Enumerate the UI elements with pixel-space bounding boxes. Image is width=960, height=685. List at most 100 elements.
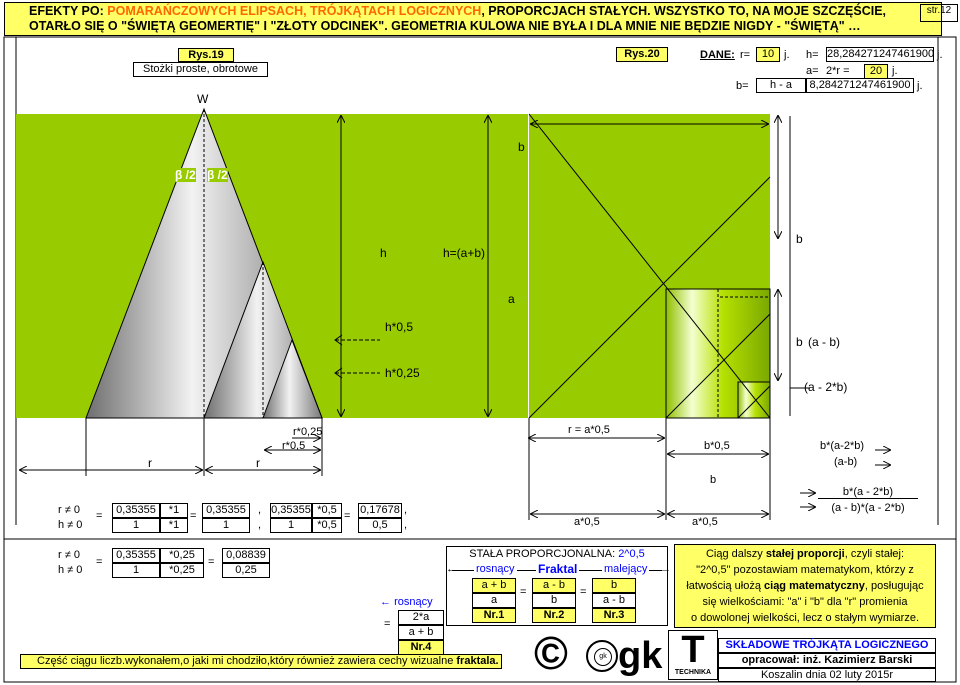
lbl-r1: r [148, 456, 152, 470]
b-formula: h - a [756, 78, 806, 93]
lbl-h05: h*0,5 [385, 320, 414, 334]
fig19-title: Rys.19 [178, 48, 234, 62]
r1-c1m: *1 [160, 503, 188, 518]
arrow-left-glyph: ← [446, 563, 457, 575]
beta-right: β /2 [207, 168, 228, 182]
prop-rosnacy: rosnący [474, 563, 517, 575]
lbl-r-eq: r = a*0,5 [568, 424, 610, 436]
ratio1-eq: = [96, 510, 103, 522]
lbl-r2: r [256, 456, 260, 470]
arrow-right-glyph: → [660, 563, 671, 575]
ratio2-eq2: = [208, 556, 215, 568]
r2-rn: 0,08839 [222, 548, 270, 563]
comma-3: , [404, 504, 408, 516]
fig19-subtitle: Stożki proste, obrotowe [133, 62, 268, 77]
f4-den: a + b [398, 625, 444, 640]
lbl-a: a [508, 292, 515, 306]
r1-c3dm: *0,5 [312, 518, 342, 533]
f1-num: a + b [472, 578, 516, 593]
lbl-amb-2: (a-b) [834, 456, 858, 468]
footer-note: Część ciągu liczb.wykonałem,o jaki mi ch… [20, 654, 502, 669]
lbl-amb: (a - b) [808, 335, 841, 349]
r-value: 10 [756, 47, 780, 62]
lbl-a05-1: a*0,5 [574, 516, 600, 528]
r2-d: 1 [112, 563, 160, 578]
r1-c3m: *0,5 [312, 503, 342, 518]
nr4: Nr.4 [398, 640, 444, 655]
lbl-a05-2: a*0,5 [692, 516, 718, 528]
r1-c2d: 1 [202, 518, 250, 533]
comma-1: , [258, 504, 262, 516]
b-label: b= [736, 80, 749, 92]
apex-label: W [197, 92, 209, 106]
dane-label: DANE: [700, 49, 735, 61]
r1-c3d: 1 [270, 518, 312, 533]
r1-c4n: 0,17678 [358, 503, 402, 518]
a-label: a= [806, 65, 819, 77]
lbl-b-small: b [796, 335, 803, 349]
lbl-h: h [380, 246, 387, 260]
r2-nm: *0,25 [160, 548, 204, 563]
lbl-b-top: b [518, 140, 525, 154]
r1-c1d: 1 [112, 518, 160, 533]
r1-c3n: 0,35355 [270, 503, 312, 518]
f1-den: a [472, 593, 516, 608]
lbl-h025: h*0,25 [385, 366, 420, 380]
frac-num: b*(a - 2*b) [818, 486, 918, 499]
sklad-title: SKŁADOWE TRÓJKĄTA LOGICZNEGO [718, 638, 936, 653]
lbl-b-center: b [710, 474, 717, 486]
r1-c2n: 0,35355 [202, 503, 250, 518]
r1-c1n: 0,35355 [112, 503, 160, 518]
f3-den: a - b [592, 593, 636, 608]
f4-num: 2*a [398, 610, 444, 625]
r1-c4d: 0,5 [358, 518, 402, 533]
frac-den: (a - b)*(a - 2*b) [831, 502, 905, 514]
nr3: Nr.3 [592, 608, 636, 623]
date-row: Koszalin dnia 02 luty 2015r [718, 668, 936, 682]
nr1: Nr.1 [472, 608, 516, 623]
b-value: 8,284271247461900 [806, 78, 914, 93]
prop-malejacy: malejący [602, 563, 650, 575]
nr2: Nr.2 [532, 608, 576, 623]
lbl-b05: b*0,5 [704, 440, 730, 452]
ratio2-cond: r ≠ 0h ≠ 0 [58, 549, 83, 576]
rosnacy-left: ← rosnący [380, 596, 433, 608]
lbl-b-mid: b [796, 232, 803, 246]
r2-dm: *0,25 [160, 563, 204, 578]
lbl-am2b: (a - 2*b) [804, 380, 848, 394]
comma-4: , [404, 519, 408, 531]
ciag-dalszy-block: Ciąg dalszy stałej proporcji, czyli stał… [674, 544, 936, 628]
oprac-row: opracował: inż. Kazimierz Barski [718, 653, 936, 668]
ratio2-eq: = [96, 556, 103, 568]
unit-r: j. [784, 49, 790, 61]
a-formula: 2*r = [826, 65, 850, 77]
prop-fraktal: Fraktal [536, 562, 580, 576]
ratio1-eq2: = [190, 510, 197, 522]
ratio1-eq3: = [344, 510, 351, 522]
beta-left: β /2 [175, 168, 196, 182]
unit-a: j. [892, 65, 898, 77]
f2-den: b [532, 593, 576, 608]
h-value: 28,284271247461900 [826, 47, 935, 62]
lbl-r05: r*0,5 [282, 440, 306, 452]
f2-num: a - b [532, 578, 576, 593]
r2-rd: 0,25 [222, 563, 270, 578]
technika-logo: T TECHNIKA [668, 630, 718, 680]
unit-b: j. [917, 80, 923, 92]
lbl-r025: r*0,25 [293, 426, 323, 438]
fig20-title: Rys.20 [616, 47, 668, 62]
lbl-b-a2b: b*(a-2*b) [820, 440, 865, 452]
seal-logo-icon: gk [586, 640, 618, 672]
f3-num: b [592, 578, 636, 593]
r-label: r= [740, 49, 751, 61]
gk-logo: gk [618, 635, 663, 677]
lbl-hab: h=(a+b) [443, 246, 486, 260]
prop-title: STAŁA PROPORCJONALNA: 2^0,5 [469, 548, 645, 560]
unit-h: j. [937, 49, 943, 61]
green-bg-mid [322, 114, 528, 418]
ratio1-cond: r ≠ 0h ≠ 0 [58, 504, 83, 531]
h-label: h= [806, 49, 819, 61]
r1-c1dm: *1 [160, 518, 188, 533]
comma-2: , [258, 519, 262, 531]
a-value: 20 [864, 64, 888, 79]
